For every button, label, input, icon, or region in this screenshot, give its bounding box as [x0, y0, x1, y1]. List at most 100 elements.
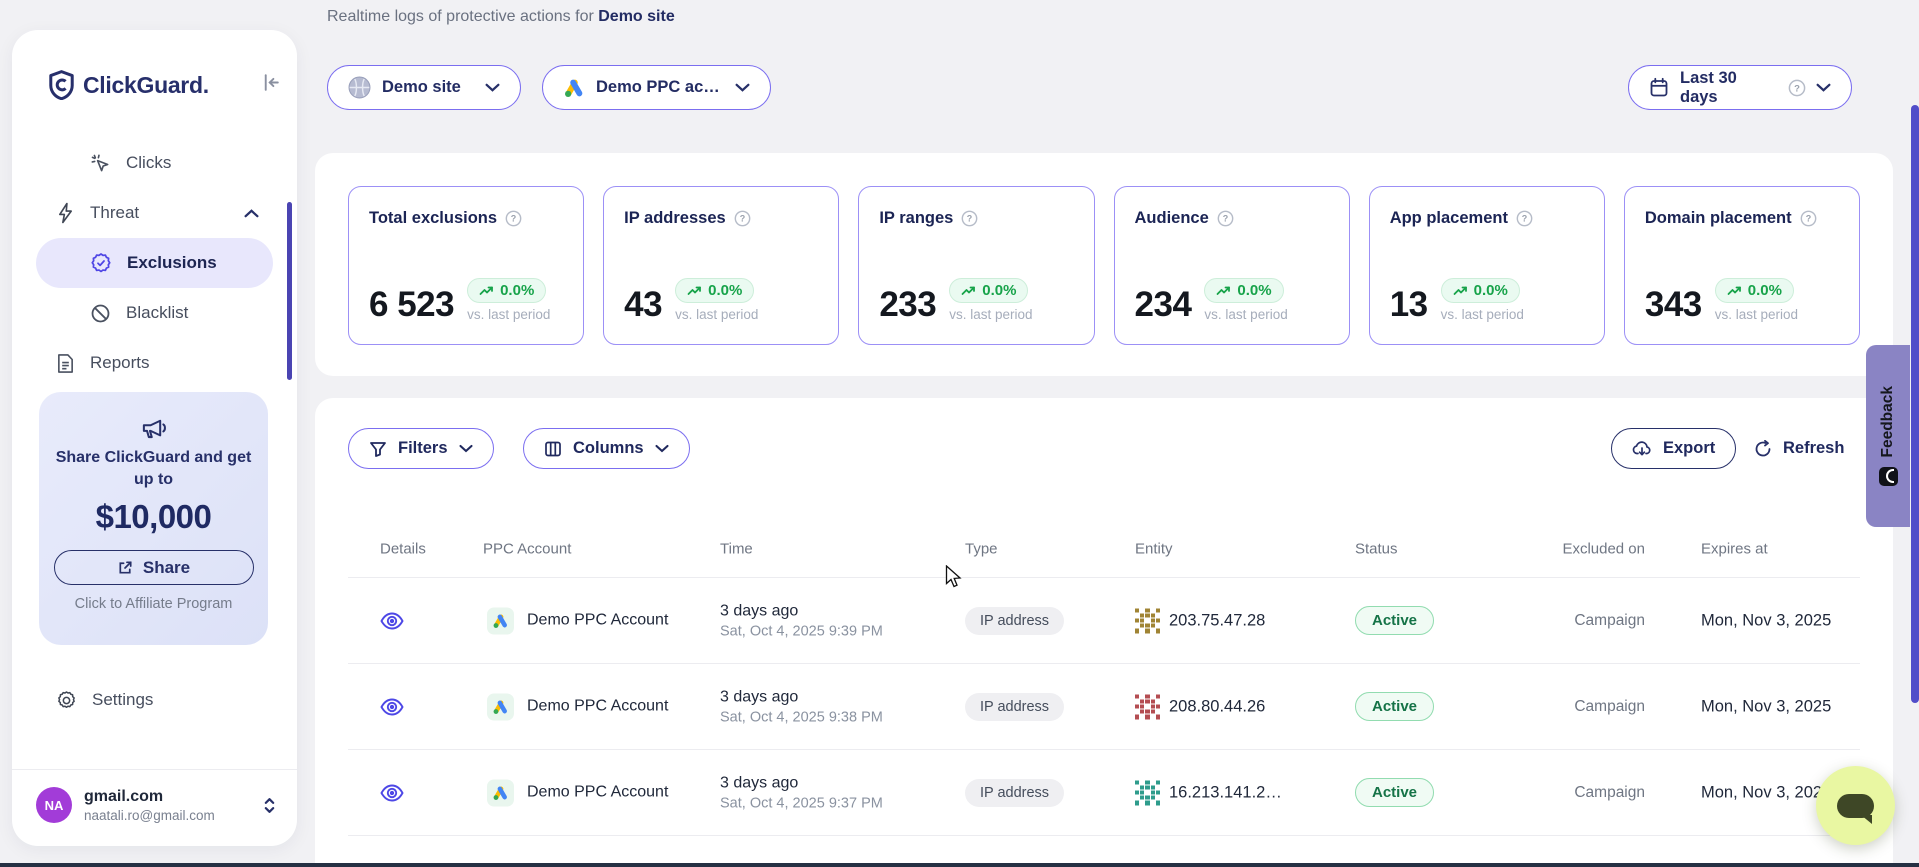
sidebar-item-threat[interactable]: Threat	[12, 188, 297, 238]
account-name: Demo PPC Account	[527, 612, 668, 630]
stat-caption: vs. last period	[1441, 307, 1524, 322]
stat-label: App placement	[1390, 209, 1508, 228]
stat-value: 43	[624, 287, 662, 322]
view-details-button[interactable]	[380, 612, 404, 630]
help-icon[interactable]: ?	[1788, 79, 1806, 97]
chat-launcher-button[interactable]	[1816, 766, 1895, 845]
stat-value: 343	[1645, 287, 1702, 322]
stat-card-ip-addresses: IP addresses ? 43 0.0% vs. last period	[603, 186, 839, 345]
stat-caption: vs. last period	[1204, 307, 1287, 322]
stat-label: IP addresses	[624, 209, 726, 228]
expires-at-cell: Mon, Nov 3, 2025	[1701, 697, 1831, 716]
feedback-chat-icon	[1879, 467, 1898, 486]
help-icon[interactable]: ?	[1800, 210, 1817, 227]
export-button[interactable]: Export	[1611, 428, 1736, 469]
entity-value: 208.80.44.26	[1169, 697, 1265, 716]
chevron-up-icon[interactable]	[244, 209, 259, 218]
stat-value: 13	[1390, 287, 1428, 322]
help-icon[interactable]: ?	[734, 210, 751, 227]
entity-value: 16.213.141.2…	[1169, 783, 1282, 802]
trending-up-icon	[1727, 286, 1742, 296]
type-cell: IP address	[965, 698, 1064, 716]
excluded-on-cell: Campaign	[1545, 612, 1645, 630]
stat-caption: vs. last period	[1715, 307, 1798, 322]
sidebar-item-label: Threat	[90, 203, 139, 223]
subtitle-text: Realtime logs of protective actions for	[327, 8, 594, 25]
date-range-label: Last 30 days	[1680, 69, 1777, 107]
status-cell: Active	[1355, 698, 1434, 716]
site-selector[interactable]: Demo site	[327, 65, 521, 110]
subtitle-site-name: Demo site	[598, 8, 674, 25]
megaphone-icon	[139, 414, 169, 441]
help-icon[interactable]: ?	[1217, 210, 1234, 227]
chevron-up-down-icon[interactable]	[263, 796, 276, 815]
promo-amount: $10,000	[39, 498, 268, 536]
status-cell: Active	[1355, 612, 1434, 630]
time-absolute: Sat, Oct 4, 2025 9:38 PM	[720, 709, 883, 725]
expires-at-cell: Mon, Nov 3, 2025	[1701, 611, 1831, 630]
sidebar-item-clicks[interactable]: Clicks	[12, 138, 297, 188]
feedback-tab[interactable]: Feedback	[1866, 345, 1910, 527]
svg-text:?: ?	[1223, 214, 1228, 224]
account-switcher[interactable]: NA gmail.com naatali.ro@gmail.com	[36, 787, 276, 823]
share-button[interactable]: Share	[54, 550, 254, 585]
filters-button[interactable]: Filters	[348, 428, 494, 469]
sidebar-item-exclusions[interactable]: Exclusions	[36, 238, 273, 288]
help-icon[interactable]: ?	[961, 210, 978, 227]
ppc-account-selector[interactable]: Demo PPC ac…	[542, 65, 771, 110]
help-icon[interactable]: ?	[1516, 210, 1533, 227]
page-scrollbar-thumb[interactable]	[1911, 105, 1919, 703]
columns-button[interactable]: Columns	[523, 428, 690, 469]
entity-identicon	[1135, 608, 1160, 633]
stat-delta: 0.0%	[500, 282, 534, 299]
trending-up-icon	[1216, 286, 1231, 296]
stat-delta: 0.0%	[1748, 282, 1782, 299]
status-badge: Active	[1355, 778, 1434, 807]
chevron-down-icon	[485, 83, 500, 92]
trending-up-icon	[687, 286, 702, 296]
chat-bubble-icon	[1837, 794, 1874, 818]
sidebar-item-reports[interactable]: Reports	[12, 338, 297, 388]
affiliate-promo-card: Share ClickGuard and get up to $10,000 S…	[39, 392, 268, 645]
view-details-button[interactable]	[380, 698, 404, 716]
excluded-on-cell: Campaign	[1545, 784, 1645, 802]
chevron-down-icon	[1816, 83, 1831, 92]
time-absolute: Sat, Oct 4, 2025 9:39 PM	[720, 623, 883, 639]
sidebar-item-label: Blacklist	[126, 303, 188, 323]
stat-caption: vs. last period	[949, 307, 1032, 322]
view-details-button[interactable]	[380, 784, 404, 802]
ppc-account-selector-label: Demo PPC ac…	[596, 78, 720, 97]
help-icon[interactable]: ?	[505, 210, 522, 227]
type-cell: IP address	[965, 612, 1064, 630]
stat-card-ip-ranges: IP ranges ? 233 0.0% vs. last period	[858, 186, 1094, 345]
google-ads-icon	[487, 693, 514, 720]
chevron-down-icon	[655, 444, 669, 453]
sidebar-scrollbar-thumb[interactable]	[287, 202, 292, 380]
table-row: Demo PPC Account 3 days ago Sat, Oct 4, …	[348, 750, 1860, 836]
stat-value: 233	[879, 287, 936, 322]
chevron-down-icon	[459, 444, 473, 453]
type-badge: IP address	[965, 693, 1064, 721]
type-badge: IP address	[965, 607, 1064, 635]
time-relative: 3 days ago	[720, 688, 883, 706]
brand-name: ClickGuard.	[83, 72, 209, 99]
columns-button-label: Columns	[573, 439, 644, 458]
affiliate-program-link[interactable]: Click to Affiliate Program	[39, 596, 268, 612]
date-range-selector[interactable]: Last 30 days ?	[1628, 65, 1852, 110]
sidebar-item-label: Clicks	[126, 153, 171, 173]
sidebar-nav: Clicks Threat	[12, 138, 297, 388]
sidebar-item-label: Reports	[90, 353, 150, 373]
stat-delta: 0.0%	[1237, 282, 1271, 299]
sidebar-item-blacklist[interactable]: Blacklist	[12, 288, 297, 338]
external-link-icon	[117, 559, 134, 576]
table-row: Demo PPC Account 3 days ago Sat, Oct 4, …	[348, 578, 1860, 664]
status-badge: Active	[1355, 606, 1434, 635]
sidebar-item-settings[interactable]: Settings	[12, 675, 297, 725]
col-header-expires-at: Expires at	[1701, 540, 1768, 557]
refresh-button[interactable]: Refresh	[1744, 428, 1854, 469]
time-relative: 3 days ago	[720, 774, 883, 792]
sidebar-collapse-icon[interactable]	[261, 72, 282, 93]
svg-text:?: ?	[1805, 214, 1810, 224]
type-badge: IP address	[965, 779, 1064, 807]
refresh-icon	[1754, 440, 1772, 458]
